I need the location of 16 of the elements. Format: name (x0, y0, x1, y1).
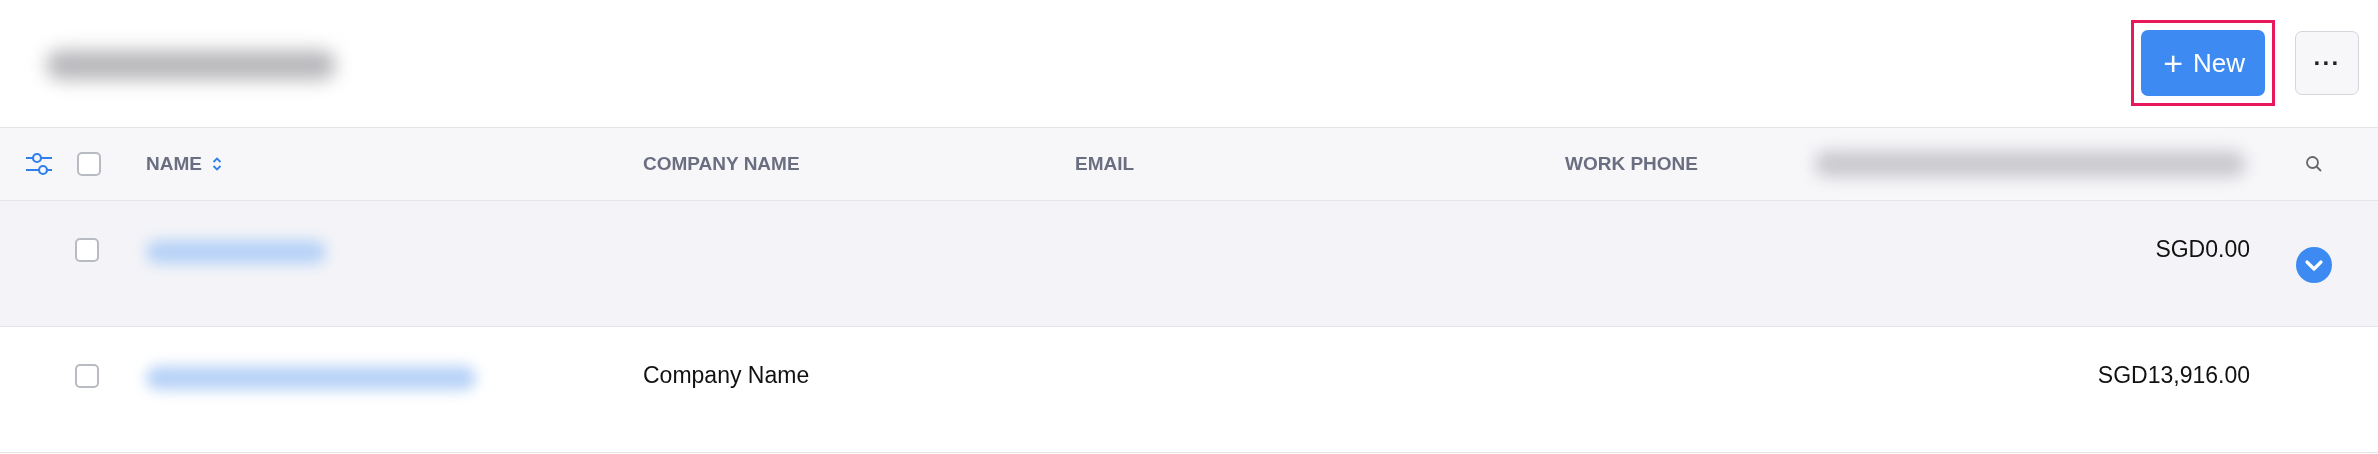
table-cell: Company Name (643, 362, 810, 389)
column-header[interactable]: WORK PHONE (1565, 153, 1698, 175)
table-cell: SGD0.00 (2155, 236, 2250, 263)
checkbox[interactable] (75, 364, 99, 388)
column-header[interactable]: NAME (146, 153, 202, 175)
column-header[interactable]: COMPANY NAME (643, 153, 800, 175)
new-button[interactable]: + New (2141, 30, 2265, 96)
search-icon[interactable] (2305, 155, 2323, 173)
filter-settings-icon[interactable] (25, 150, 53, 178)
sort-icon[interactable] (211, 156, 222, 172)
table-cell: SGD13,916.00 (2097, 362, 2250, 389)
column-header[interactable]: EMAIL (1075, 153, 1135, 175)
checkbox[interactable] (75, 238, 99, 262)
chevron-down-icon[interactable] (2296, 247, 2332, 283)
checkbox[interactable] (77, 152, 101, 176)
more-button[interactable]: ··· (2295, 31, 2359, 95)
